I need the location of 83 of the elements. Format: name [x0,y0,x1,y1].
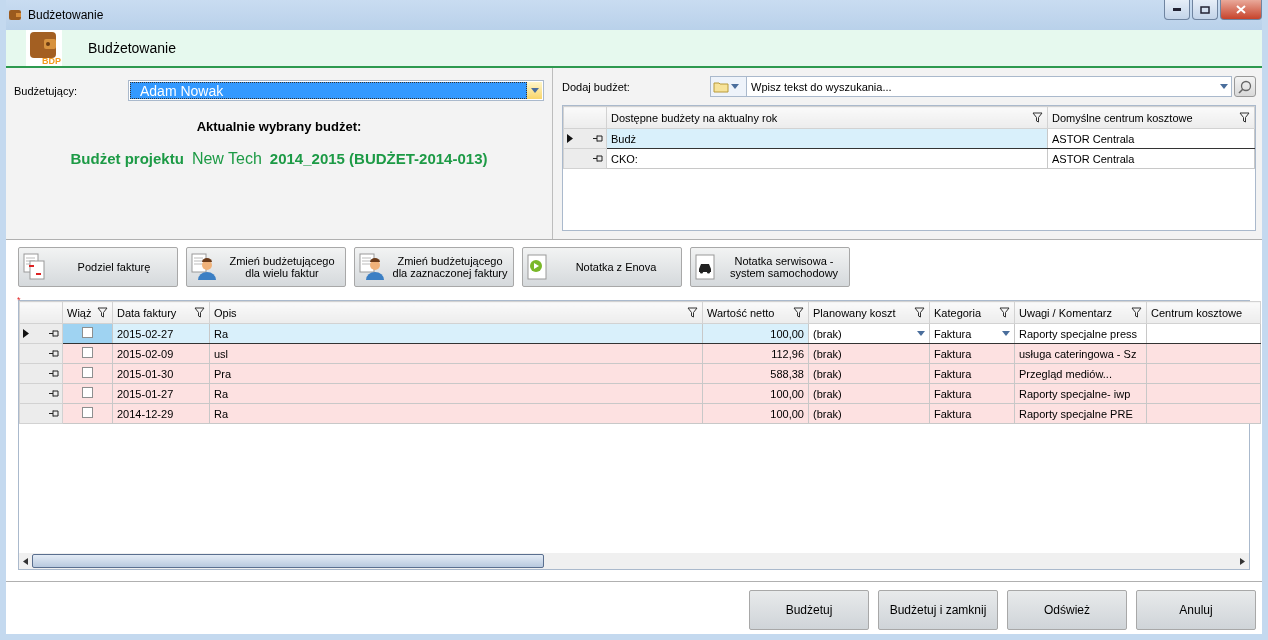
folder-dropdown[interactable] [711,77,747,96]
toolbar-button[interactable]: Notatka serwisowa - system samochodowy [690,247,850,287]
pin-icon [49,370,59,377]
folder-icon [713,80,729,93]
column-header[interactable]: Uwagi / Komentarz [1014,301,1147,324]
car-document-icon [695,254,717,280]
minimize-icon [1173,8,1181,11]
budget-name: Budżet projektu [70,150,184,167]
new-row-marker: * [17,295,21,305]
budget-code: 2014_2015 (BUDŻET-2014-013) [269,150,488,167]
column-header[interactable]: Opis [209,301,703,324]
column-header[interactable]: Planowany koszt [808,301,930,324]
pin-icon [49,390,59,397]
person-document-icon [191,253,217,281]
filter-icon[interactable] [793,307,804,318]
footer-button[interactable]: Budżetuj [749,590,869,630]
wallet-icon [8,9,22,21]
caret-icon[interactable] [1219,84,1228,89]
table-cell: Pra [209,363,703,384]
table-cell: Ra [209,383,703,404]
person-document-icon [359,253,385,281]
search-field[interactable]: Wpisz tekst do wyszukania... [710,76,1232,97]
table-cell: Ra [209,323,703,344]
footer-button[interactable]: Anuluj [1136,590,1256,630]
toolbar-button[interactable]: Zmień budżetującego dla wielu faktur [186,247,346,287]
column-header[interactable]: Wartość netto [702,301,809,324]
field-label: Budżetujący: [14,84,77,97]
toolbar-button[interactable]: Zmień budżetującego dla zaznaczonej faktury [354,247,514,287]
project-name: New Tech [191,150,262,168]
scroll-left-icon[interactable] [23,557,28,565]
column-header[interactable]: Domyślne centrum kosztowe [1047,106,1255,129]
column-header[interactable]: Kategoria [929,301,1015,324]
footer-button[interactable]: Budżetuj i zamknij [878,590,998,630]
filter-icon[interactable] [1032,112,1043,123]
search-icon [1238,79,1252,94]
table-cell: usl [209,343,703,364]
close-button[interactable] [1220,0,1262,20]
pin-icon [49,330,59,337]
filter-icon[interactable] [687,307,698,318]
caret-icon[interactable] [731,84,739,89]
horizontal-scrollbar[interactable] [19,553,1249,569]
checkbox[interactable] [82,407,93,418]
filter-icon[interactable] [97,307,108,318]
caret-icon[interactable] [917,331,925,336]
caret-icon[interactable] [530,88,539,93]
table-cell: Budż [606,128,1048,149]
table-cell: Ra [209,403,703,424]
checkbox[interactable] [82,327,93,338]
column-header[interactable]: Data faktury [112,301,210,324]
maximize-button[interactable] [1192,0,1218,20]
row-pointer-icon [567,134,573,143]
close-icon [1236,5,1246,14]
column-header[interactable]: Centrum kosztowe [1146,301,1261,324]
footer-button[interactable]: Odśwież [1007,590,1127,630]
filter-icon[interactable] [1131,307,1142,318]
checkbox[interactable] [82,387,93,398]
pin-icon [593,135,603,142]
column-header[interactable]: Wiąż [62,301,113,324]
wallet-logo: BDP [26,30,62,66]
column-header[interactable]: Dostępne budżety na aktualny rok [606,106,1048,129]
header-title: Budżetowanie [88,40,176,56]
filter-icon[interactable] [914,307,925,318]
maximize-icon [1200,5,1210,14]
pin-icon [593,155,603,162]
field-label: Dodaj budżet: [562,80,630,93]
window-title: Budżetowanie [28,8,104,22]
pin-icon [49,350,59,357]
caret-icon[interactable] [1002,331,1010,336]
search-button[interactable] [1234,76,1256,97]
toolbar-button[interactable]: Podziel fakturę [18,247,178,287]
minimize-button[interactable] [1164,0,1190,20]
checkbox[interactable] [82,367,93,378]
filter-icon[interactable] [1239,112,1250,123]
table-cell: CKO: [606,148,1048,169]
checkbox[interactable] [82,347,93,358]
filter-icon[interactable] [999,307,1010,318]
toolbar-button[interactable]: Notatka z Enova [522,247,682,287]
pin-icon [49,410,59,417]
filter-icon[interactable] [194,307,205,318]
scroll-right-icon[interactable] [1240,557,1245,565]
play-document-icon [527,254,549,280]
section-heading: Aktualnie wybrany budżet: [195,119,363,134]
row-pointer-icon [23,329,29,338]
